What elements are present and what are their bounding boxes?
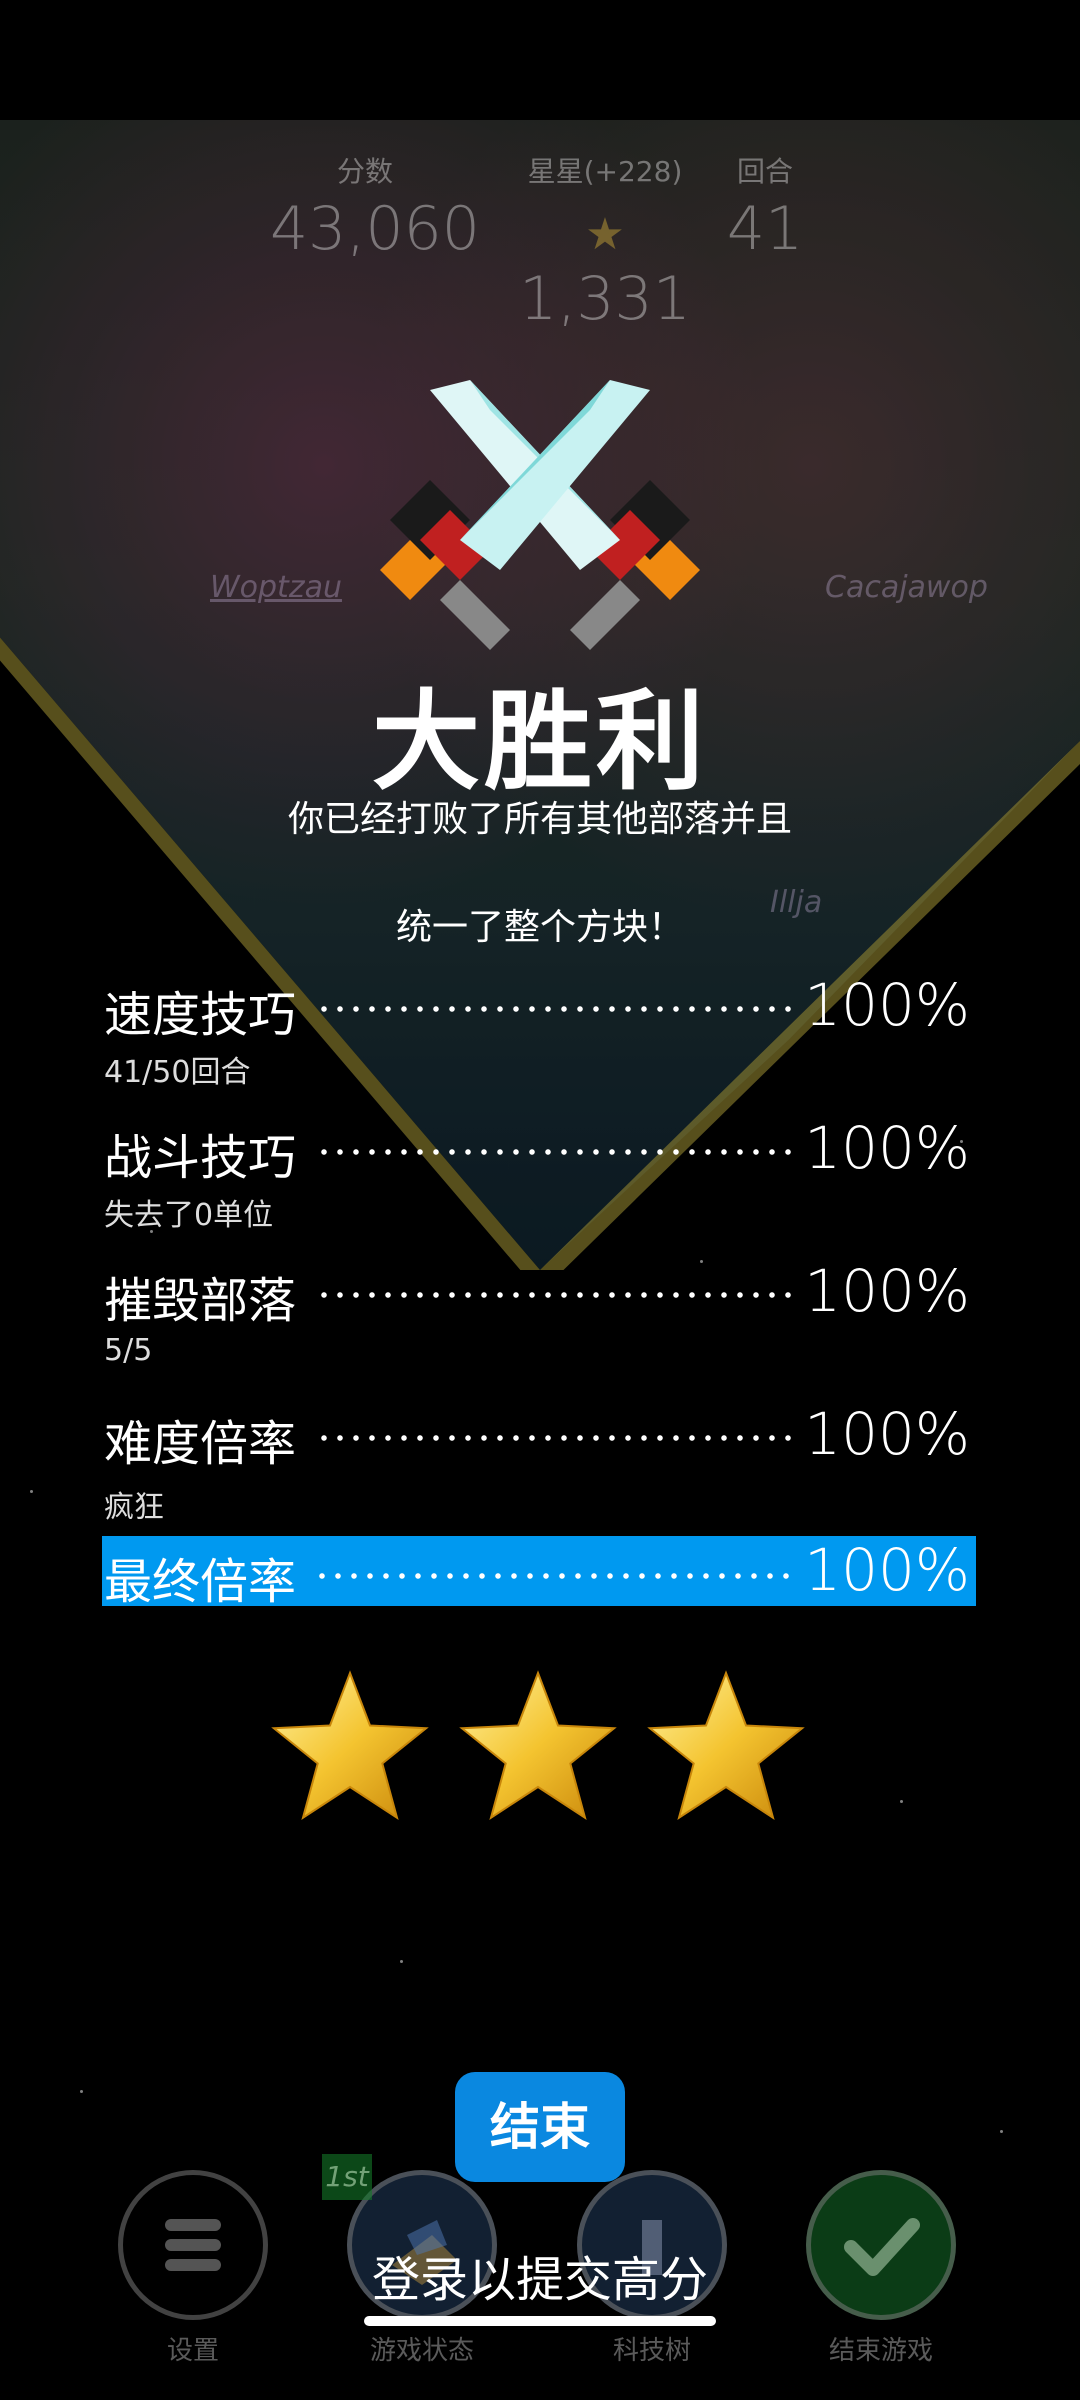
background-star	[900, 1800, 903, 1803]
map-tribe-label: Woptzau	[210, 570, 342, 605]
login-submit-highscore-link[interactable]: 登录以提交高分	[0, 2240, 1080, 2310]
score-row-detail: 疯狂	[104, 1490, 164, 1525]
tech-tree-nav-label: 科技树	[612, 2336, 691, 2366]
star-icon: ★	[585, 209, 625, 260]
score-row-percent: 100%	[804, 971, 970, 1039]
dot-leader	[314, 1572, 796, 1580]
dot-leader	[316, 1291, 794, 1299]
rank-badge: 1st	[322, 2154, 372, 2200]
end-game-nav-label: 结束游戏	[828, 2336, 933, 2366]
crossed-swords-icon	[380, 380, 700, 650]
victory-title: 大胜利	[371, 680, 708, 805]
score-label: 分数	[336, 155, 393, 188]
dot-leader	[316, 1434, 794, 1442]
score-row-name: 难度倍率	[104, 1416, 297, 1472]
victory-subtitle-line2: 统一了整个方块！	[395, 907, 684, 948]
background-star	[700, 1260, 703, 1263]
victory-subtitle-line1: 你已经打败了所有其他部落并且	[287, 799, 792, 840]
score-row-combat: 战斗技巧 100% 失去了0单位	[104, 1114, 974, 1233]
rating-star-icon	[647, 1670, 805, 1820]
score-row-detail: 失去了0单位	[104, 1198, 274, 1233]
end-button[interactable]: 结束	[455, 2072, 625, 2182]
score-row-detail: 5/5	[104, 1333, 153, 1368]
dot-leader	[316, 1148, 794, 1156]
score-row-name: 速度技巧	[104, 987, 297, 1043]
score-row-name: 最终倍率	[104, 1554, 297, 1610]
stars-stat: 星星(+228) ★ 1,331	[490, 150, 720, 334]
score-stat: 分数 43,060	[270, 150, 480, 264]
turn-value: 41	[726, 194, 804, 264]
background-star	[80, 2090, 83, 2093]
score-row-percent: 100%	[804, 1257, 970, 1325]
background-star	[400, 1960, 403, 1963]
score-row-name: 战斗技巧	[104, 1130, 297, 1186]
score-row-detail: 41/50回合	[104, 1055, 251, 1090]
score-row-destroyed: 摧毁部落 100% 5/5	[104, 1257, 974, 1368]
background-star	[1000, 2130, 1003, 2133]
score-row-speed: 速度技巧 100% 41/50回合	[104, 971, 974, 1090]
settings-nav-label: 设置	[166, 2336, 219, 2366]
rating-star-icon	[271, 1670, 429, 1820]
rating-stars	[271, 1670, 805, 1820]
turn-stat: 回合 41	[720, 150, 810, 264]
map-tribe-label: Cacajawop	[825, 570, 988, 605]
background-star	[150, 1230, 153, 1233]
background-star	[960, 1140, 963, 1143]
score-row-percent: 100%	[804, 1536, 970, 1604]
login-underline	[364, 2316, 716, 2326]
rating-star-icon	[459, 1670, 617, 1820]
stars-value: 1,331	[519, 264, 691, 334]
game-status-nav-label: 游戏状态	[369, 2336, 474, 2366]
stars-label: 星星(+228)	[527, 155, 683, 188]
score-row-percent: 100%	[804, 1114, 970, 1182]
dot-leader	[316, 1005, 794, 1013]
score-value: 43,060	[270, 194, 480, 264]
score-row-percent: 100%	[804, 1400, 970, 1468]
score-row-name: 摧毁部落	[104, 1273, 297, 1329]
score-row-difficulty: 难度倍率 100% 疯狂	[104, 1400, 974, 1525]
score-row-final: 最终倍率 100%	[102, 1536, 976, 1610]
background-star	[30, 1490, 33, 1493]
turn-label: 回合	[736, 155, 793, 188]
